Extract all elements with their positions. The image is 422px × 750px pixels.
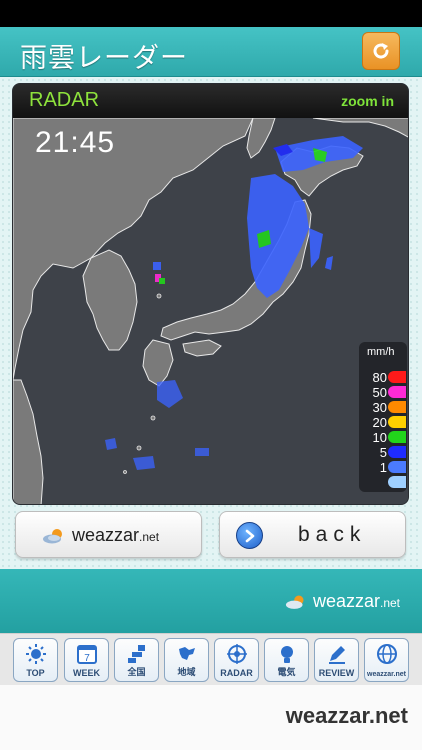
island (150, 415, 156, 421)
legend-row (359, 475, 407, 490)
tab-top[interactable]: TOP (13, 638, 58, 682)
tab-label: TOP (26, 668, 45, 678)
tab-national[interactable]: 全国 (114, 638, 159, 682)
legend-value: 80 (372, 370, 387, 385)
legend-swatch (388, 401, 406, 413)
globe-icon (376, 644, 397, 664)
legend-swatch (388, 476, 406, 488)
legend-unit: mm/h (367, 346, 395, 358)
legend-row: 50 (359, 385, 407, 400)
legend-swatch (388, 371, 406, 383)
calendar-badge: 7 (84, 653, 90, 664)
island (136, 445, 142, 451)
tab-radar[interactable]: RADAR (214, 638, 259, 682)
radar-map[interactable] (13, 118, 409, 505)
tab-week[interactable]: 7 WEEK (64, 638, 109, 682)
tab-review[interactable]: REVIEW (314, 638, 359, 682)
radar-time: 21:45 (35, 126, 116, 159)
bulb-icon (280, 646, 293, 663)
zoom-in-button[interactable]: zoom in (341, 93, 394, 109)
tab-label: RADAR (220, 668, 253, 678)
legend-value: 20 (372, 415, 387, 430)
refresh-button[interactable] (362, 32, 400, 70)
tab-label: WEEK (73, 668, 100, 678)
legend-value: 50 (372, 385, 387, 400)
calendar-icon: 7 (76, 645, 97, 664)
footer-logo-name: weazzar (312, 591, 380, 611)
legend-value: 30 (372, 400, 387, 415)
legend-value: 5 (379, 445, 387, 460)
weazzar-link-button[interactable]: weazzar.net (15, 511, 202, 558)
legend-value: 10 (372, 430, 387, 445)
island (156, 293, 162, 299)
radar-label: RADAR (29, 89, 100, 111)
logo-name: weazzar (72, 525, 140, 545)
back-button[interactable]: back (219, 511, 406, 558)
tab-label: 地域 (177, 667, 196, 677)
weazzar-logo: weazzar.net (42, 525, 159, 546)
logo-suffix: .net (139, 530, 160, 544)
japan-map-icon (127, 645, 145, 663)
page-title: 雨雲レーダー (20, 43, 188, 74)
legend-swatch (388, 446, 406, 458)
tab-weazzar[interactable]: weazzar.net (364, 638, 409, 682)
legend-swatch (388, 461, 406, 473)
legend-swatch (388, 431, 406, 443)
legend-row: 20 (359, 415, 407, 430)
bottom-strip: weazzar.net (0, 685, 422, 750)
legend-value: 1 (379, 460, 387, 475)
tab-electricity[interactable]: 電気 (264, 638, 309, 682)
tab-bar: TOP 7 WEEK 全国 地域 RADAR 電気 REVIEW weazzar… (0, 633, 422, 685)
sun-cloud-logo-icon (285, 595, 304, 609)
legend-row: 30 (359, 400, 407, 415)
sun-cloud-logo-icon (43, 528, 62, 543)
refresh-icon (373, 43, 389, 59)
footer-logo: weazzar.net (285, 591, 400, 612)
tab-label: weazzar.net (367, 671, 406, 678)
sun-icon (25, 644, 46, 664)
legend-row: 10 (359, 430, 407, 445)
radar-panel[interactable]: RADAR zoom in 21:45 mm/h 80 50 30 20 10 … (12, 83, 409, 505)
legend-row: 80 (359, 370, 407, 385)
footer-band: weazzar.net (0, 569, 422, 633)
title-bar: 雨雲レーダー (0, 27, 422, 77)
tab-label: REVIEW (318, 668, 355, 678)
legend-swatch (388, 416, 406, 428)
brand-text: weazzar.net (285, 703, 408, 728)
island (123, 470, 127, 474)
legend-row: 5 (359, 445, 407, 460)
legend-swatch (388, 386, 406, 398)
legend-row: 1 (359, 460, 407, 475)
region-icon (178, 647, 195, 660)
tab-label: 電気 (277, 667, 296, 677)
footer-logo-suffix: .net (379, 596, 400, 610)
rain-legend: mm/h 80 50 30 20 10 5 1 (359, 342, 407, 492)
back-label: back (298, 523, 367, 546)
tab-region[interactable]: 地域 (164, 638, 209, 682)
tab-label: 全国 (127, 667, 146, 677)
pencil-icon (328, 646, 345, 664)
radar-icon (226, 644, 247, 664)
radar-header: RADAR zoom in (13, 84, 408, 118)
status-bar (0, 0, 422, 27)
back-arrow-icon (236, 522, 263, 549)
